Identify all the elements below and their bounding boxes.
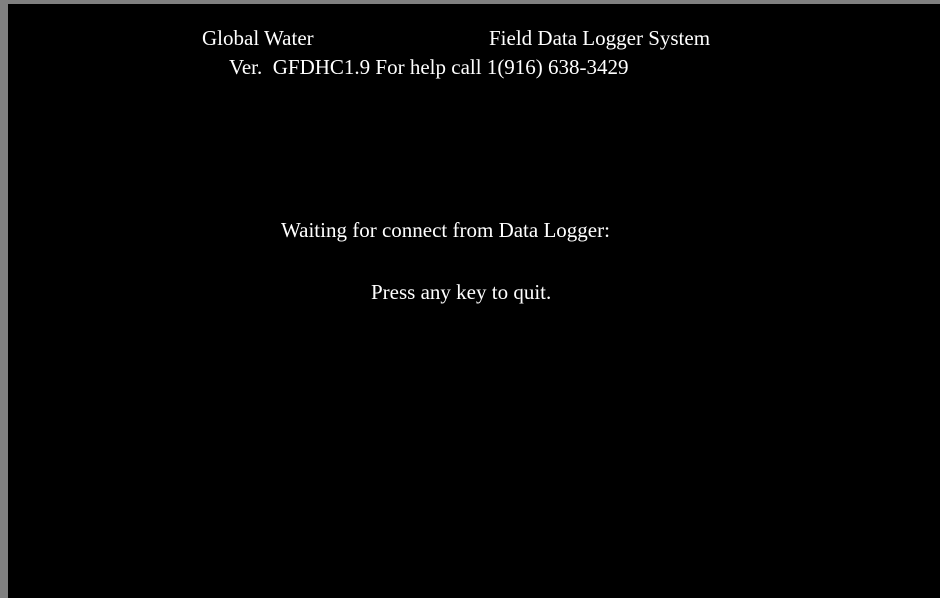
version-help-line: Ver. GFDHC1.9 For help call 1(916) 638-3…: [229, 55, 629, 79]
company-name: Global Water: [202, 26, 314, 50]
connection-status-message: Waiting for connect from Data Logger:: [281, 218, 610, 242]
terminal-screen[interactable]: Global Water Field Data Logger System Ve…: [8, 4, 940, 598]
system-title: Field Data Logger System: [489, 26, 711, 50]
quit-instruction: Press any key to quit.: [371, 280, 552, 304]
window-frame: Global Water Field Data Logger System Ve…: [0, 0, 940, 598]
